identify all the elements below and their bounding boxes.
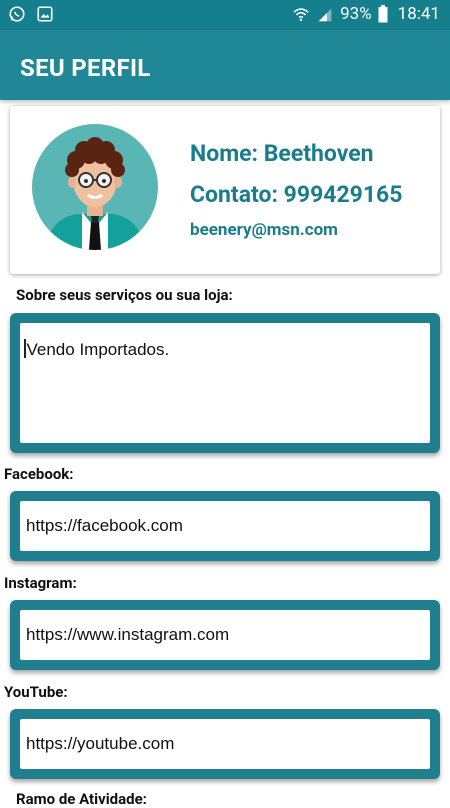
profile-name: Nome: Beethoven xyxy=(190,140,374,167)
avatar[interactable] xyxy=(32,124,158,250)
youtube-label: YouTube: xyxy=(4,683,68,701)
about-label: Sobre seus serviços ou sua loja: xyxy=(16,286,233,304)
app-bar: SEU PERFIL xyxy=(0,30,450,100)
instagram-input[interactable]: https://www.instagram.com xyxy=(20,610,430,660)
profile-email: beenery@msn.com xyxy=(190,220,338,240)
instagram-label: Instagram: xyxy=(4,574,77,592)
youtube-value: https://youtube.com xyxy=(26,734,175,753)
facebook-value: https://facebook.com xyxy=(26,516,183,535)
battery-percentage: 93% xyxy=(340,4,372,24)
about-value: Vendo Importados. xyxy=(26,340,170,359)
whatsapp-icon xyxy=(9,6,25,22)
signal-icon xyxy=(318,8,332,22)
instagram-value: https://www.instagram.com xyxy=(26,625,230,644)
about-textarea[interactable]: Vendo Importados. xyxy=(20,323,430,443)
profile-info: Nome: Beethoven Contato: 999429165 beene… xyxy=(190,140,402,240)
wifi-icon xyxy=(293,8,309,22)
clock: 18:41 xyxy=(397,4,440,24)
youtube-input[interactable]: https://youtube.com xyxy=(20,719,430,769)
profile-card: Nome: Beethoven Contato: 999429165 beene… xyxy=(10,106,440,274)
ramo-label: Ramo de Atividade: xyxy=(16,790,147,808)
instagram-field-frame: https://www.instagram.com xyxy=(10,600,440,670)
facebook-field-frame: https://facebook.com xyxy=(10,491,440,561)
text-cursor xyxy=(24,339,26,358)
about-field-frame: Vendo Importados. xyxy=(10,313,440,453)
facebook-input[interactable]: https://facebook.com xyxy=(20,501,430,551)
facebook-label: Facebook: xyxy=(4,465,74,483)
youtube-field-frame: https://youtube.com xyxy=(10,709,440,779)
page-title: SEU PERFIL xyxy=(20,54,151,82)
battery-icon xyxy=(378,5,388,23)
gallery-icon xyxy=(37,6,53,22)
profile-contact: Contato: 999429165 xyxy=(190,181,403,208)
status-bar: 93% 18:41 xyxy=(0,0,450,30)
